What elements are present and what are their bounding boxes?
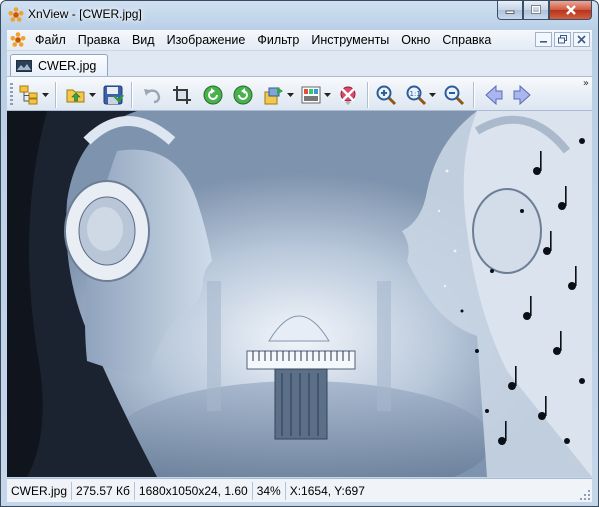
document-tab-strip: CWER.jpg	[7, 51, 592, 76]
main-toolbar: 1:1 »	[7, 76, 592, 111]
close-button[interactable]	[549, 1, 592, 20]
adjust-icon	[301, 86, 321, 104]
save-icon	[103, 85, 124, 105]
status-zoom: 34%	[253, 481, 286, 500]
xnview-logo-icon	[8, 7, 24, 23]
menu-view[interactable]: Вид	[126, 30, 161, 50]
zoom-fit-button[interactable]: 1:1	[404, 83, 428, 107]
browser-icon	[19, 85, 38, 105]
chevron-down-icon[interactable]	[324, 92, 331, 98]
adjust-button[interactable]	[299, 83, 323, 107]
menu-filter[interactable]: Фильтр	[251, 30, 305, 50]
rotate-right-icon	[233, 85, 253, 105]
undo-icon	[144, 89, 161, 104]
remove-redeye-icon	[340, 86, 356, 105]
open-folder-icon	[66, 89, 85, 103]
tab-label: CWER.jpg	[38, 58, 97, 73]
doc-minimize-button[interactable]	[535, 32, 552, 47]
next-image-button[interactable]	[510, 83, 534, 107]
rotate-left-icon	[203, 85, 223, 105]
crop-button[interactable]	[170, 83, 194, 107]
toolbar-separator	[55, 82, 56, 108]
xnview-window: XnView - [CWER.jpg] Файл Правка Вид Изоб…	[0, 0, 599, 507]
chevron-down-icon[interactable]	[89, 92, 96, 98]
document-window-buttons	[535, 32, 590, 47]
doc-restore-button[interactable]	[554, 32, 571, 47]
doc-close-button[interactable]	[573, 32, 590, 47]
zoom-out-icon	[444, 85, 465, 106]
status-bar: CWER.jpg 275.57 Кб 1680x1050x24, 1.60 34…	[7, 478, 592, 502]
toolbar-separator	[367, 82, 368, 108]
rotate-right-button[interactable]	[231, 83, 255, 107]
menu-bar: Файл Правка Вид Изображение Фильтр Инстр…	[7, 30, 592, 51]
menu-file[interactable]: Файл	[29, 30, 72, 50]
chevron-down-icon[interactable]	[287, 92, 294, 98]
window-title: XnView - [CWER.jpg]	[28, 7, 142, 21]
zoom-fit-icon: 1:1	[406, 85, 427, 106]
status-filename: CWER.jpg	[7, 481, 73, 500]
status-filesize: 275.57 Кб	[72, 481, 135, 500]
toolbar-grip[interactable]	[10, 83, 13, 107]
status-coordinates: X:1654, Y:697	[289, 483, 365, 498]
previous-image-icon	[485, 84, 503, 106]
zoom-in-button[interactable]	[374, 83, 398, 107]
next-image-icon	[513, 84, 531, 106]
toolbar-separator	[131, 82, 132, 108]
tab-cwer-jpg[interactable]: CWER.jpg	[10, 54, 108, 76]
title-bar[interactable]: XnView - [CWER.jpg]	[1, 1, 598, 29]
menu-image[interactable]: Изображение	[161, 30, 252, 50]
open-folder-button[interactable]	[64, 83, 88, 107]
restore-icon	[558, 35, 567, 44]
toolbar-separator	[473, 82, 474, 108]
maximize-icon	[531, 5, 541, 14]
rotate-left-button[interactable]	[201, 83, 225, 107]
convert-button[interactable]	[262, 83, 286, 107]
close-icon	[565, 5, 576, 15]
chevron-down-icon[interactable]	[429, 92, 436, 98]
minimize-button[interactable]	[497, 1, 523, 20]
menu-edit[interactable]: Правка	[72, 30, 126, 50]
redeye-button[interactable]	[336, 83, 360, 107]
document-menu-icon[interactable]	[7, 30, 29, 50]
undo-button[interactable]	[140, 83, 164, 107]
displayed-image	[7, 111, 592, 477]
resize-grip-icon[interactable]	[579, 489, 591, 501]
chevron-down-icon[interactable]	[42, 92, 49, 98]
menu-help[interactable]: Справка	[436, 30, 497, 50]
minimize-icon	[505, 10, 515, 14]
minimize-icon	[540, 41, 547, 43]
menu-tools[interactable]: Инструменты	[305, 30, 395, 50]
status-dimensions: 1680x1050x24, 1.60	[135, 481, 253, 500]
zoom-in-icon	[376, 85, 397, 106]
maximize-button[interactable]	[523, 1, 549, 20]
previous-image-button[interactable]	[482, 83, 506, 107]
close-icon	[577, 35, 586, 44]
toolbar-overflow-chevron[interactable]: »	[583, 78, 589, 89]
image-thumbnail-icon	[16, 59, 32, 72]
image-viewer[interactable]	[7, 111, 592, 477]
menu-window[interactable]: Окно	[395, 30, 436, 50]
browser-button[interactable]	[17, 83, 41, 107]
caption-buttons	[497, 1, 592, 21]
svg-text:1:1: 1:1	[410, 90, 421, 98]
convert-icon	[264, 87, 283, 105]
zoom-out-button[interactable]	[442, 83, 466, 107]
crop-icon	[173, 86, 191, 104]
save-button[interactable]	[101, 83, 125, 107]
